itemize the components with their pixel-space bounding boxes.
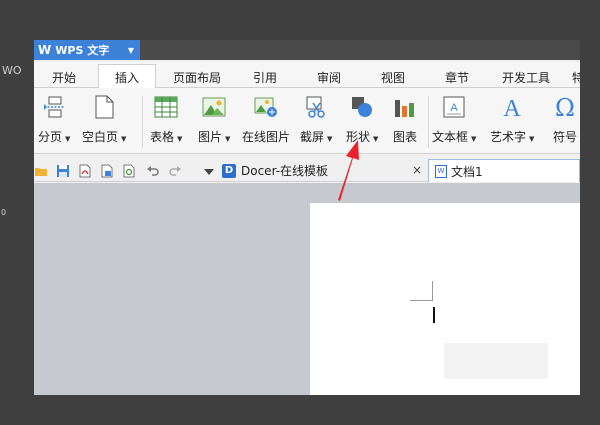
chevron-down-icon: ▼ bbox=[65, 135, 71, 143]
tab-chapter[interactable]: 章节 bbox=[442, 66, 472, 88]
export-pdf-icon[interactable] bbox=[78, 163, 92, 178]
ribbon-divider bbox=[428, 96, 429, 148]
wordart-label: 艺术字 bbox=[490, 130, 527, 144]
scissors-icon bbox=[303, 94, 329, 120]
chevron-down-icon: ▼ bbox=[471, 135, 477, 143]
chevron-down-icon: ▼ bbox=[177, 135, 183, 143]
blank-page-button[interactable]: 空白页 ▼ bbox=[82, 94, 126, 145]
redo-icon[interactable] bbox=[168, 163, 182, 177]
omega-icon: Ω bbox=[552, 94, 578, 120]
tab-docer-templates[interactable]: D Docer-在线模板 bbox=[222, 160, 426, 181]
customize-dropdown-icon[interactable] bbox=[202, 163, 216, 177]
table-label: 表格 bbox=[150, 130, 175, 144]
print-preview-icon[interactable] bbox=[122, 163, 136, 178]
wps-writer-window: W WPS 文字 ▼ 开始 插入 页面布局 引用 审阅 视图 章节 开发工具 特… bbox=[34, 40, 580, 395]
chevron-down-icon: ▼ bbox=[121, 135, 127, 143]
chevron-down-icon: ▼ bbox=[127, 45, 134, 55]
document-workspace[interactable] bbox=[34, 183, 580, 395]
close-icon[interactable]: × bbox=[412, 163, 422, 177]
docer-logo-icon: D bbox=[222, 163, 236, 178]
page-break-label: 分页 bbox=[38, 130, 63, 144]
online-picture-label: 在线图片 bbox=[242, 130, 291, 144]
textbox-label: 文本框 bbox=[432, 130, 469, 144]
ribbon-divider bbox=[142, 96, 143, 148]
svg-text:A: A bbox=[451, 102, 459, 114]
tab-references[interactable]: 引用 bbox=[250, 66, 280, 88]
table-button[interactable]: 表格 ▼ bbox=[150, 94, 182, 145]
page-break-button[interactable]: 分页 ▼ bbox=[38, 94, 70, 145]
chart-button[interactable]: 图表 bbox=[392, 94, 418, 145]
shapes-label: 形状 bbox=[346, 130, 371, 144]
textbox-icon: A bbox=[441, 94, 467, 120]
screenshot-button[interactable]: 截屏 ▼ bbox=[300, 94, 332, 145]
wordart-button[interactable]: A 艺术字 ▼ bbox=[490, 94, 534, 145]
wordart-icon: A bbox=[499, 94, 525, 120]
document-page[interactable] bbox=[310, 203, 580, 395]
save-icon[interactable] bbox=[56, 163, 70, 177]
tab-view[interactable]: 视图 bbox=[378, 66, 408, 88]
background-edge-text: WO bbox=[2, 64, 22, 77]
background-edge-mark: 0 bbox=[1, 208, 7, 217]
page-break-icon bbox=[41, 94, 67, 120]
word-document-icon: W bbox=[435, 164, 447, 178]
symbol-button[interactable]: Ω 符号 bbox=[552, 94, 578, 145]
tab-insert[interactable]: 插入 bbox=[98, 64, 156, 89]
print-icon[interactable] bbox=[100, 163, 114, 178]
tab-developer-tools[interactable]: 开发工具 bbox=[498, 66, 554, 88]
online-picture-button[interactable]: 在线图片 bbox=[242, 94, 290, 145]
online-picture-icon bbox=[253, 94, 279, 120]
insert-ribbon: 分页 ▼ 空白页 ▼ 表格 ▼ 图片 ▼ 在线图片 截屏 ▼ 形状 ▼ 图表 A… bbox=[34, 88, 580, 154]
bar-chart-icon bbox=[392, 94, 418, 120]
chevron-down-icon: ▼ bbox=[327, 135, 333, 143]
screenshot-label: 截屏 bbox=[300, 130, 325, 144]
document-tab-label: 文档1 bbox=[451, 164, 483, 179]
chevron-down-icon: ▼ bbox=[529, 135, 535, 143]
picture-button[interactable]: 图片 ▼ bbox=[198, 94, 230, 145]
table-icon bbox=[153, 94, 179, 120]
quick-access-toolbar: D Docer-在线模板 × W 文档1 bbox=[34, 158, 580, 182]
ribbon-tab-bar: 开始 插入 页面布局 引用 审阅 视图 章节 开发工具 特 bbox=[34, 62, 580, 89]
text-cursor bbox=[433, 307, 435, 323]
shapes-icon bbox=[349, 94, 375, 120]
chevron-down-icon: ▼ bbox=[225, 135, 231, 143]
margin-corner-mark bbox=[432, 281, 433, 301]
tab-review[interactable]: 审阅 bbox=[314, 66, 344, 88]
app-name: WPS 文字 bbox=[55, 44, 110, 57]
svg-text:Ω: Ω bbox=[555, 94, 575, 120]
docer-tab-label: Docer-在线模板 bbox=[241, 164, 329, 178]
tab-special[interactable]: 特 bbox=[570, 66, 580, 88]
margin-corner-mark bbox=[410, 300, 432, 301]
wps-logo-icon: W bbox=[38, 43, 52, 57]
undo-icon[interactable] bbox=[146, 163, 160, 177]
open-folder-icon[interactable] bbox=[34, 163, 48, 177]
wps-app-menu-button[interactable]: W WPS 文字 ▼ bbox=[34, 40, 140, 60]
title-bar: W WPS 文字 ▼ bbox=[34, 40, 580, 60]
symbol-label: 符号 bbox=[552, 130, 577, 144]
picture-icon bbox=[201, 94, 227, 120]
blank-page-icon bbox=[91, 94, 117, 120]
chevron-down-icon: ▼ bbox=[373, 135, 379, 143]
tab-document-1[interactable]: W 文档1 bbox=[428, 159, 580, 182]
blank-page-label: 空白页 bbox=[82, 130, 119, 144]
watermark-area bbox=[444, 343, 548, 379]
svg-text:A: A bbox=[504, 96, 522, 120]
tab-home[interactable]: 开始 bbox=[46, 66, 82, 88]
textbox-button[interactable]: A 文本框 ▼ bbox=[432, 94, 476, 145]
picture-label: 图片 bbox=[198, 130, 223, 144]
chart-label: 图表 bbox=[392, 130, 417, 144]
shapes-button[interactable]: 形状 ▼ bbox=[346, 94, 378, 145]
tab-page-layout[interactable]: 页面布局 bbox=[170, 66, 224, 88]
